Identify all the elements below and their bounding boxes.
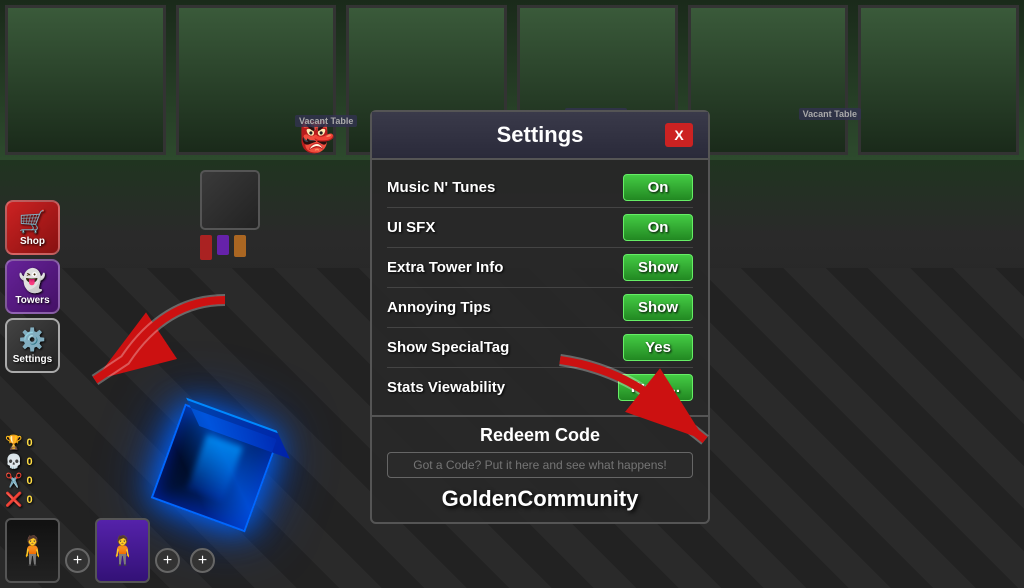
add-avatar-2: + <box>155 518 180 578</box>
left-arrow <box>65 280 245 400</box>
close-button[interactable]: X <box>665 123 693 147</box>
bottom-stats: 🏆 0 💀 0 ✂️ 0 ❌ 0 <box>5 434 33 508</box>
tower-info-toggle[interactable]: Show <box>623 254 693 281</box>
redeem-code-display: GoldenCommunity <box>387 486 693 512</box>
stat-row-scissors: ✂️ 0 <box>5 472 33 489</box>
tower-info-label: Extra Tower Info <box>387 259 503 276</box>
towers-icon: 👻 <box>19 268 46 294</box>
settings-label: Settings <box>13 354 52 365</box>
sfx-toggle[interactable]: On <box>623 214 693 241</box>
x-value: 0 <box>26 494 32 506</box>
settings-button[interactable]: ⚙️ Settings <box>5 318 60 373</box>
scissors-value: 0 <box>26 475 32 487</box>
tips-label: Annoying Tips <box>387 299 491 316</box>
x-icon: ❌ <box>5 491 22 508</box>
vacant-table-label-1: Vacant Table <box>295 115 357 127</box>
music-label: Music N' Tunes <box>387 179 495 196</box>
window-pane <box>858 5 1019 155</box>
left-sidebar: 🛒 Shop 👻 Towers ⚙️ Settings <box>5 200 60 373</box>
settings-modal: Settings X Music N' Tunes On UI SFX On E… <box>370 110 710 524</box>
shop-label: Shop <box>20 236 45 247</box>
bottom-avatars: 🧍 + 🧍 + + <box>5 518 215 583</box>
left-furniture <box>200 170 260 260</box>
add-button-3[interactable]: + <box>190 548 215 573</box>
special-tag-label: Show SpecialTag <box>387 339 509 356</box>
bottle <box>217 235 229 255</box>
shop-button[interactable]: 🛒 Shop <box>5 200 60 255</box>
towers-label: Towers <box>15 295 49 306</box>
vacant-table-label-3: Vacant Table <box>799 108 861 120</box>
setting-row-tips: Annoying Tips Show <box>387 288 693 328</box>
sfx-label: UI SFX <box>387 219 435 236</box>
setting-row-sfx: UI SFX On <box>387 208 693 248</box>
avatar-1-img: 🧍 <box>7 520 58 581</box>
music-toggle[interactable]: On <box>623 174 693 201</box>
stat-row-skull: 💀 0 <box>5 453 33 470</box>
scissors-icon: ✂️ <box>5 472 22 489</box>
stat-row-trophy: 🏆 0 <box>5 434 33 451</box>
trophy-value: 0 <box>26 437 32 449</box>
add-button-2[interactable]: + <box>155 548 180 573</box>
trophy-icon: 🏆 <box>5 434 22 451</box>
window-pane <box>688 5 849 155</box>
shop-icon: 🛒 <box>19 209 46 235</box>
stat-row-x: ❌ 0 <box>5 491 33 508</box>
bottle <box>200 235 212 260</box>
window-pane <box>5 5 166 155</box>
tips-toggle[interactable]: Show <box>623 294 693 321</box>
add-avatar-3: + <box>190 518 215 578</box>
table-items <box>200 235 260 260</box>
add-avatar-1: + <box>65 518 90 578</box>
bottle <box>234 235 246 257</box>
settings-header: Settings X <box>372 112 708 160</box>
skull-icon: 💀 <box>5 453 22 470</box>
settings-title: Settings <box>415 122 665 148</box>
avatar-2: 🧍 <box>95 518 150 583</box>
avatar-1: 🧍 <box>5 518 60 583</box>
towers-button[interactable]: 👻 Towers <box>5 259 60 314</box>
setting-row-tower-info: Extra Tower Info Show <box>387 248 693 288</box>
setting-row-music: Music N' Tunes On <box>387 168 693 208</box>
add-button-1[interactable]: + <box>65 548 90 573</box>
skull-value: 0 <box>26 456 32 468</box>
avatar-2-img: 🧍 <box>97 520 148 581</box>
right-arrow <box>530 340 730 460</box>
viewability-label: Stats Viewability <box>387 379 505 396</box>
chair <box>200 170 260 230</box>
settings-icon: ⚙️ <box>19 327 46 353</box>
